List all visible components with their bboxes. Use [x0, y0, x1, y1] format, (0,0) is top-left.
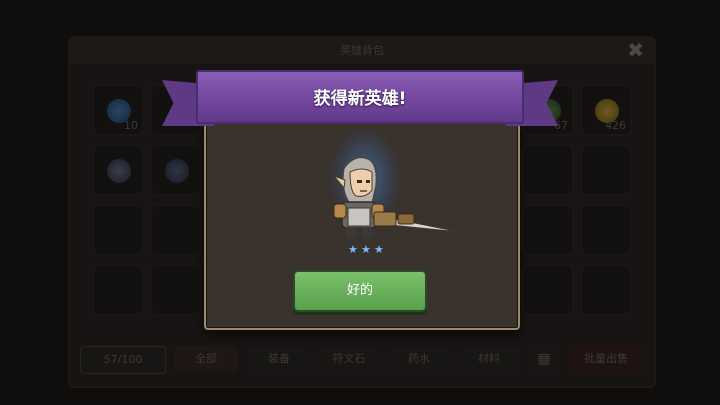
star-icon: ★ — [348, 243, 358, 256]
ribbon-banner: 获得新英雄! — [196, 70, 524, 124]
star-icon: ★ — [373, 243, 384, 256]
dialog-ribbon: 获得新英雄! — [160, 66, 560, 134]
star-icon: ★ — [360, 243, 371, 256]
dialog-title: 获得新英雄! — [313, 89, 407, 109]
hero-star-rating: ★ ★ ★ — [348, 238, 384, 257]
hero-sprite — [332, 156, 461, 238]
ok-button[interactable]: 好的 — [293, 270, 427, 312]
